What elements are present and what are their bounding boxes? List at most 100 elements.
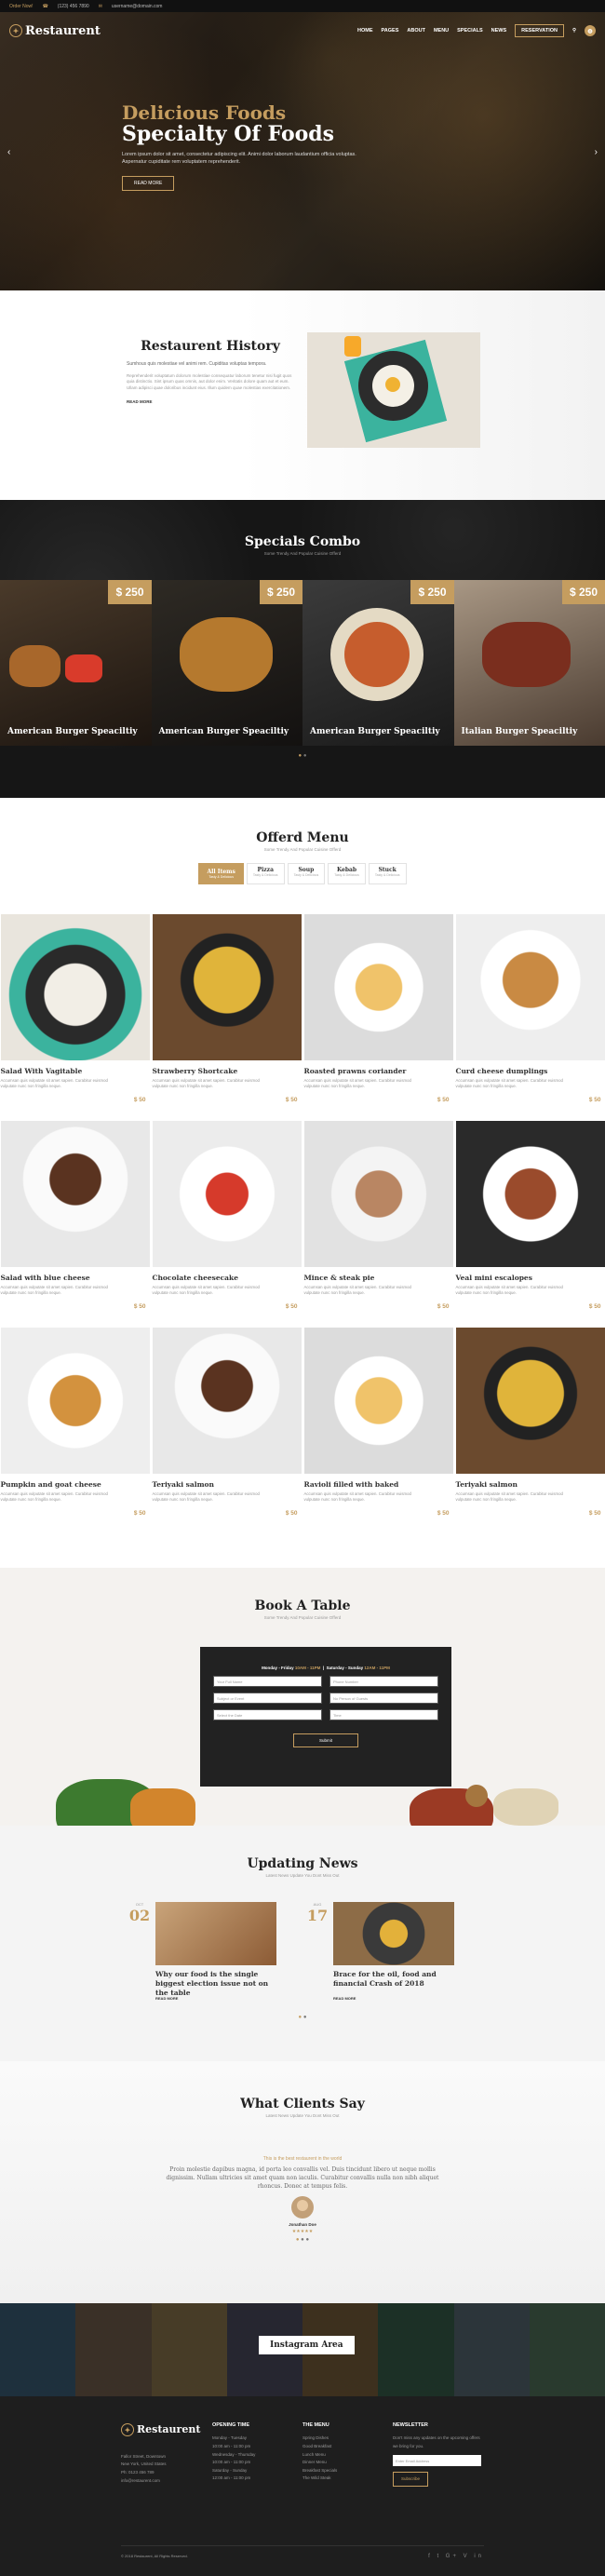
date-field[interactable]: Select the Date: [213, 1709, 322, 1720]
topbar-email[interactable]: username@domain.com: [112, 4, 163, 9]
tab-label: Pizza: [257, 867, 274, 873]
news-headline[interactable]: Brace for the oil, food and financial Cr…: [333, 1970, 459, 1989]
menu-item-name[interactable]: Veal mini escalopes: [456, 1274, 605, 1282]
history-image: [307, 332, 480, 448]
menu-item-name[interactable]: Salad with blue cheese: [1, 1274, 150, 1282]
newsletter-email-input[interactable]: Enter Email Address: [393, 2454, 481, 2466]
newsletter-text: Don't miss any updates on the upcoming o…: [393, 2435, 480, 2448]
tab-soup[interactable]: Soup Tasty & Delicious: [287, 863, 326, 884]
footer-link[interactable]: The Wild Steak: [302, 2475, 386, 2483]
menu-item-card[interactable]: Salad With Vagitable Accumsan quis vulput…: [0, 914, 150, 1121]
news-image: [333, 1902, 454, 1965]
social-icons[interactable]: f t G+ V in: [428, 2554, 484, 2559]
chevron-left-icon[interactable]: ‹: [7, 147, 10, 157]
phone-field[interactable]: Phone Number: [329, 1676, 438, 1687]
clients-pagination[interactable]: ● ● ●: [163, 2237, 442, 2243]
footer-link[interactable]: Breakfast Specials: [302, 2467, 386, 2475]
topbar-hours: Order Now!: [9, 3, 34, 9]
submit-button[interactable]: Submit: [293, 1733, 358, 1747]
menu-item-price: $ 50: [588, 1303, 601, 1310]
footer-link[interactable]: Spring Dishes: [302, 2434, 386, 2443]
menu-item-name[interactable]: Curd cheese dumplings: [456, 1067, 605, 1075]
menu-item-card[interactable]: Strawberry Shortcake Accumsan quis vulput…: [152, 914, 302, 1121]
topbar-phone: (123) 456 7890: [57, 3, 89, 9]
footer-link[interactable]: Dinner Menu: [302, 2459, 386, 2467]
menu-item-image: [152, 1121, 302, 1267]
menu-item-desc: Accumsan quis vulputate sit amet sapien.…: [303, 1491, 411, 1503]
hero-text-body: Lorem ipsum dolor sit amet, consectetur …: [122, 152, 356, 166]
menu-item-name[interactable]: Ravioli filled with baked: [304, 1480, 453, 1489]
menu-item-price: $ 50: [133, 1097, 146, 1103]
menu-item-name[interactable]: Teriyaki salmon: [456, 1480, 605, 1489]
menu-item-specials[interactable]: Specials: [457, 28, 483, 34]
tab-kebab[interactable]: Kebab Tasty & Delicious: [328, 863, 366, 884]
time-select[interactable]: Time: [329, 1709, 438, 1720]
chevron-right-icon[interactable]: ›: [595, 147, 598, 157]
menu-item-name[interactable]: Pumpkin and goat cheese: [1, 1480, 150, 1489]
footer-email[interactable]: info@restaurent.com: [121, 2477, 205, 2486]
footer-link[interactable]: Lunch Menu: [302, 2451, 386, 2460]
menu-item-name[interactable]: Roasted prawns coriander: [304, 1067, 453, 1075]
menu-item-about[interactable]: About: [407, 28, 425, 34]
special-card[interactable]: $ 250 American Burger Speaciltiy: [0, 580, 152, 746]
news-headline[interactable]: Why our food is the single biggest elect…: [155, 1970, 281, 1997]
news-read-more[interactable]: Read More: [155, 1996, 178, 2001]
menu-item-home[interactable]: Home: [357, 28, 373, 34]
news-read-more[interactable]: Read More: [333, 1996, 356, 2001]
opening-hours: Monday - Friday 10AM - 11PM | Saturday -…: [262, 1666, 390, 1670]
hours-value: 12AM - 11PM: [364, 1666, 390, 1670]
history-section: Restaurent History Sumhous quis molestia…: [0, 290, 605, 500]
menu-item-card[interactable]: Teriyaki salmon Accumsan quis vulputate s…: [455, 1328, 605, 1534]
footer-logo[interactable]: ✦ Restaurent: [121, 2421, 205, 2440]
name-field[interactable]: Your Full Name: [213, 1676, 322, 1687]
menu-item-news[interactable]: News: [491, 28, 507, 34]
news-pagination[interactable]: ● ●: [0, 2015, 605, 2020]
tab-label: Kebab: [336, 867, 357, 873]
menu-item-image: [0, 1328, 150, 1474]
instagram-label[interactable]: Instagram Area: [259, 2336, 355, 2354]
menu-item-card[interactable]: Teriyaki salmon Accumsan quis vulputate s…: [152, 1328, 302, 1534]
menu-item-card[interactable]: Mince & steak pie Accumsan quis vulputate…: [303, 1121, 453, 1328]
menu-item-name[interactable]: Mince & steak pie: [304, 1274, 453, 1282]
cart-icon[interactable]: ◍: [585, 25, 596, 36]
menu-item-price: $ 50: [133, 1510, 146, 1517]
menu-item-menu[interactable]: Menu: [434, 28, 449, 34]
subscribe-button[interactable]: Subscribe: [393, 2471, 429, 2488]
footer-link[interactable]: Good Breakfast: [302, 2443, 386, 2451]
menu-item-pages[interactable]: Pages: [382, 28, 399, 34]
specials-pagination[interactable]: ● ●: [0, 753, 605, 759]
menu-item-name[interactable]: Salad With Vagitable: [1, 1067, 150, 1075]
menu-item-card[interactable]: Curd cheese dumplings Accumsan quis vulpu…: [455, 914, 605, 1121]
menu-item-name[interactable]: Strawberry Shortcake: [153, 1067, 302, 1075]
tab-sub: Tasty & Delicious: [293, 873, 319, 877]
search-icon[interactable]: ⚲: [572, 28, 576, 34]
menu-item-price: $ 50: [588, 1097, 601, 1103]
menu-item-card[interactable]: Ravioli filled with baked Accumsan quis v…: [303, 1328, 453, 1534]
menu-item-name[interactable]: Teriyaki salmon: [153, 1480, 302, 1489]
menu-item-card[interactable]: Chocolate cheesecake Accumsan quis vulput…: [152, 1121, 302, 1328]
subject-field[interactable]: Subject or Event: [213, 1693, 322, 1704]
logo-text: Restaurent: [25, 23, 101, 38]
menu-item-image: [303, 1328, 453, 1474]
menu-item-desc: Accumsan quis vulputate sit amet sapien.…: [0, 1491, 108, 1503]
special-card[interactable]: $ 250 Italian Burger Speaciltiy: [453, 580, 605, 746]
special-card[interactable]: $ 250 American Burger Speaciltiy: [302, 580, 454, 746]
special-card[interactable]: $ 250 American Burger Speaciltiy: [151, 580, 302, 746]
tab-all-items[interactable]: All Items Tasty & Delicious: [198, 863, 244, 884]
guests-select[interactable]: No Person of Guests: [329, 1693, 438, 1704]
site-logo[interactable]: ✦ Restaurent: [9, 24, 101, 38]
menu-item-price: $ 50: [437, 1510, 450, 1517]
menu-item-card[interactable]: Pumpkin and goat cheese Accumsan quis vul…: [0, 1328, 150, 1534]
history-read-more[interactable]: Read More: [127, 399, 153, 404]
footer-about: ✦ Restaurent Fallor Street, Downtown New …: [121, 2421, 205, 2485]
menu: Home Pages About Menu Specials News Rese…: [357, 24, 596, 37]
menu-item-name[interactable]: Chocolate cheesecake: [153, 1274, 302, 1282]
tab-pizza[interactable]: Pizza Tasty & Delicious: [246, 863, 285, 884]
tab-stuck[interactable]: Stuck Tasty & Delicious: [368, 863, 407, 884]
reservation-button[interactable]: Reservation: [515, 24, 564, 37]
hero-read-more-button[interactable]: Read More: [122, 175, 175, 191]
menu-item-card[interactable]: Veal mini escalopes Accumsan quis vulputa…: [455, 1121, 605, 1328]
special-name: American Burger Speaciltiy: [310, 727, 440, 736]
menu-item-card[interactable]: Salad with blue cheese Accumsan quis vulp…: [0, 1121, 150, 1328]
menu-item-card[interactable]: Roasted prawns coriander Accumsan quis vu…: [303, 914, 453, 1121]
